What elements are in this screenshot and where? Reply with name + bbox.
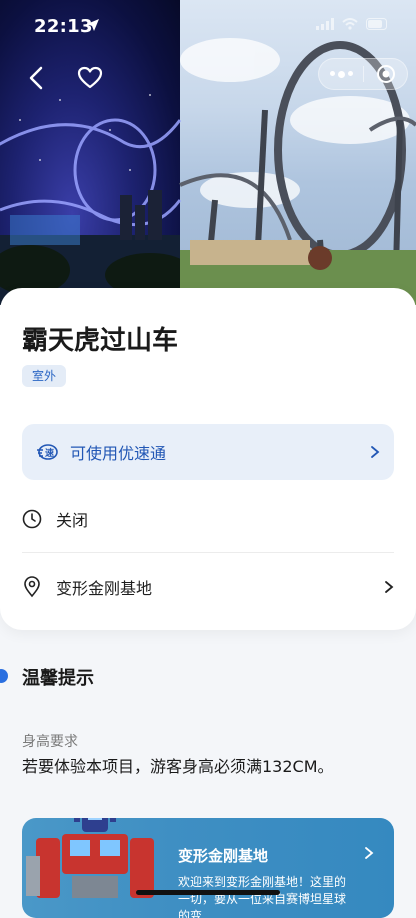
section-marker: [0, 669, 8, 683]
back-button[interactable]: [20, 62, 52, 94]
heart-icon: [77, 66, 103, 89]
svg-text:速: 速: [45, 447, 54, 459]
clock-icon: [22, 509, 42, 529]
chevron-left-icon: [29, 66, 43, 90]
chevron-right-icon: [371, 446, 380, 458]
status-time: 22:13: [34, 16, 93, 37]
express-pass-icon: 速: [37, 444, 58, 460]
operating-status-row: 关闭: [22, 507, 394, 531]
express-pass-row[interactable]: 速 可使用优速通: [22, 424, 394, 480]
status-bar: 22:13: [0, 0, 416, 52]
chevron-right-icon: [365, 847, 374, 859]
location-row[interactable]: 变形金刚基地: [22, 575, 394, 599]
signal-icon: [316, 18, 334, 30]
more-button[interactable]: [319, 70, 363, 78]
robot-illustration: [26, 818, 154, 898]
divider: [22, 552, 394, 553]
attraction-title: 霸天虎过山车: [22, 326, 179, 356]
wifi-icon: [342, 18, 358, 30]
height-requirement-text: 若要体验本项目，游客身高必须满132CM。: [22, 757, 334, 776]
attraction-card: 霸天虎过山车 室外 速 可使用优速通 关闭 变形金刚基地: [0, 288, 416, 630]
operating-status-label: 关闭: [56, 511, 89, 530]
environment-tag: 室外: [22, 365, 67, 387]
tips-title: 温馨提示: [22, 668, 94, 689]
chevron-right-icon: [385, 581, 394, 593]
close-program-button[interactable]: [364, 64, 407, 84]
banner-title: 变形金刚基地: [178, 847, 269, 865]
favorite-button[interactable]: [74, 62, 106, 94]
mini-program-capsule: [318, 58, 408, 90]
height-requirement-label: 身高要求: [22, 734, 78, 750]
target-icon: [376, 65, 395, 83]
status-indicators: [316, 18, 390, 30]
battery-icon: [366, 18, 387, 30]
location-pin-icon: [24, 576, 40, 598]
banner-description: 欢迎来到变形金刚基地！这里的一切，要从一位来自赛博坦星球的变: [178, 875, 347, 918]
location-label: 变形金刚基地: [56, 579, 153, 598]
location-arrow-icon: [87, 19, 99, 31]
area-banner[interactable]: 变形金刚基地 欢迎来到变形金刚基地！这里的一切，要从一位来自赛博坦星球的变: [22, 818, 394, 918]
home-indicator[interactable]: [136, 890, 280, 895]
express-pass-label: 可使用优速通: [70, 444, 167, 463]
